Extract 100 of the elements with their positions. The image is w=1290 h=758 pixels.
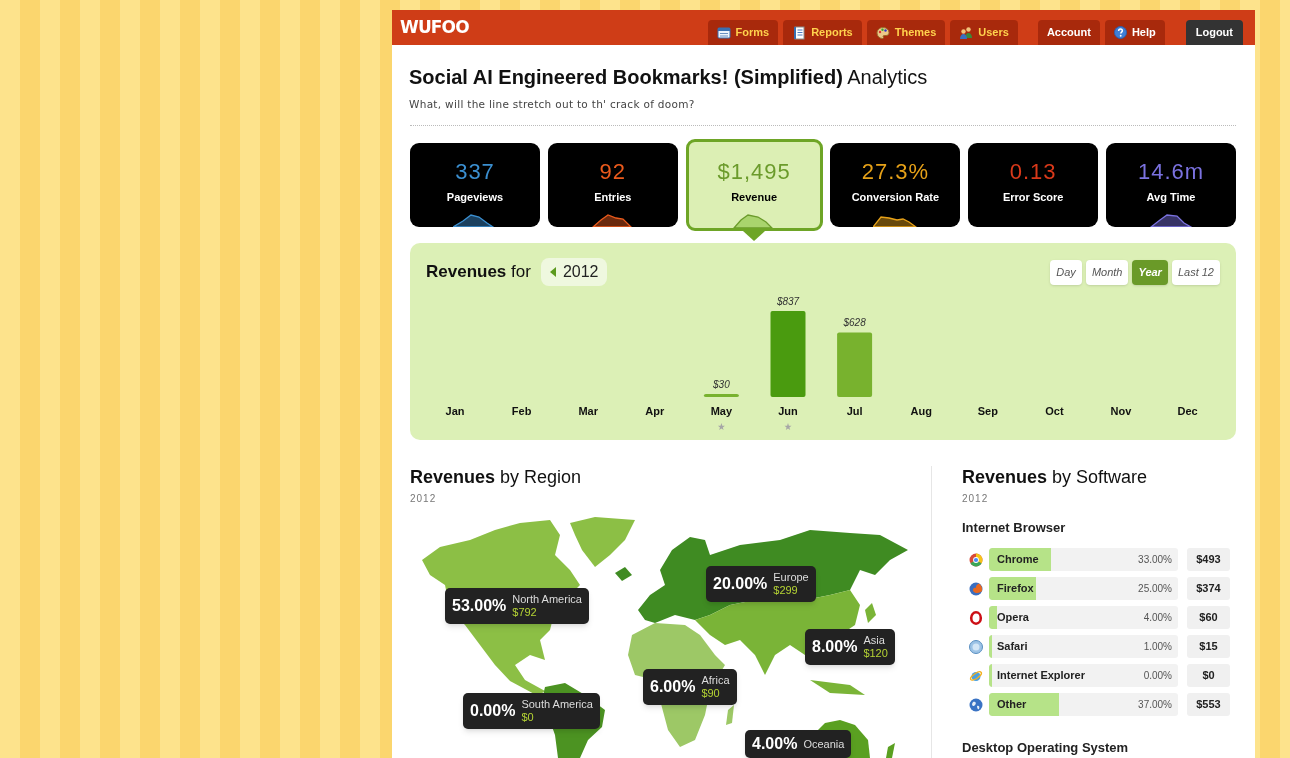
stat-label: Pageviews: [446, 190, 504, 204]
form-icon: [716, 25, 731, 40]
region-name: Europe: [773, 571, 809, 584]
chart-title: Revenues for: [426, 261, 531, 283]
period-tab[interactable]: Last 12: [1171, 259, 1220, 285]
amount-label: $553: [1187, 693, 1230, 716]
period-tab[interactable]: Day: [1050, 259, 1082, 285]
region-name: South America: [521, 698, 593, 711]
browser-name: Opera: [997, 610, 1029, 626]
stat-card[interactable]: 92 Entries: [547, 143, 678, 227]
disc-icon: [968, 639, 983, 654]
region-percent: 0.00%: [470, 702, 516, 720]
caret-left-icon[interactable]: [549, 267, 556, 277]
page-subtitle: What, will the line stretch out to th' crack of doom?: [409, 98, 695, 110]
people-icon: [959, 25, 974, 40]
month-label: Aug: [910, 405, 932, 417]
nav-tab[interactable]: Reports: [783, 20, 862, 45]
stat-label: Revenue: [731, 190, 777, 204]
help-link[interactable]: Help: [1104, 20, 1165, 45]
section-year: 2012: [962, 493, 989, 505]
share-percent: 1.00%: [1143, 640, 1172, 654]
bar-value-label: $628: [843, 317, 866, 329]
month-label: Sep: [977, 405, 998, 417]
amount-label: $493: [1187, 548, 1230, 571]
stat-label: Avg Time: [1146, 190, 1196, 204]
region-percent: 8.00%: [812, 638, 858, 656]
section-title: Revenues by Software: [962, 466, 1148, 488]
stat-card[interactable]: 27.3% Conversion Rate: [830, 143, 961, 227]
group-heading: Desktop Operating System: [962, 740, 1129, 756]
month-label: May: [710, 405, 733, 417]
bar: [837, 332, 873, 397]
amount-label: $60: [1187, 606, 1230, 629]
pointer-icon: [743, 231, 766, 241]
stat-value: 0.13: [1009, 160, 1057, 184]
segmented-circle-icon: [968, 552, 983, 567]
month-label: Feb: [511, 405, 532, 417]
section-title: Revenues by Region: [410, 466, 582, 488]
page-title: Social AI Engineered Bookmarks! (Simplified) Analytics: [409, 65, 928, 89]
month-label: Oct: [1045, 405, 1064, 417]
stat-value: 92: [599, 160, 627, 184]
bar-value-label: $30: [713, 378, 730, 390]
nav-tab[interactable]: Forms: [707, 20, 779, 45]
stat-card[interactable]: 337 Pageviews: [410, 143, 540, 227]
logo[interactable]: WUFOO: [400, 19, 469, 36]
stat-value: 14.6m: [1137, 160, 1205, 184]
amount-label: $15: [1187, 635, 1230, 658]
year-selector[interactable]: 2012: [540, 258, 608, 286]
browser-name: Firefox: [997, 581, 1034, 597]
region-amount: $0: [521, 711, 535, 724]
share-percent: 25.00%: [1138, 582, 1172, 596]
orbit-icon: [968, 668, 983, 683]
nav-tab[interactable]: Themes: [866, 20, 946, 45]
region-amount: $792: [512, 606, 538, 619]
region-name: Africa: [701, 674, 730, 687]
period-tab[interactable]: Month: [1085, 259, 1129, 285]
notepad-icon: [792, 25, 807, 40]
region-percent: 20.00%: [713, 575, 768, 593]
stat-card[interactable]: 0.13 Error Score: [968, 143, 1099, 227]
ring-icon: [968, 610, 983, 625]
stat-value: 27.3%: [861, 160, 930, 184]
region-amount: $90: [701, 687, 721, 700]
stat-label: Entries: [594, 190, 632, 204]
region-amount: $299: [773, 584, 799, 597]
month-label: Jul: [846, 405, 863, 417]
month-label: Jan: [445, 405, 465, 417]
amount-label: $0: [1187, 664, 1230, 687]
region-percent: 53.00%: [452, 597, 507, 615]
browser-name: Safari: [997, 639, 1028, 655]
region-name: Oceania: [803, 737, 845, 751]
region-name: Asia: [863, 634, 886, 647]
stat-label: Error Score: [1002, 190, 1064, 204]
browser-name: Chrome: [997, 552, 1039, 568]
region-percent: 6.00%: [650, 678, 696, 696]
stat-label: Conversion Rate: [851, 190, 940, 204]
stat-value: $1,495: [717, 160, 791, 184]
stat-card[interactable]: $1,495 Revenue: [685, 139, 823, 231]
group-heading: Internet Browser: [962, 520, 1066, 536]
globe-icon: [968, 697, 983, 712]
share-percent: 33.00%: [1138, 553, 1172, 567]
account-link[interactable]: Account: [1037, 20, 1100, 45]
share-percent: 0.00%: [1143, 669, 1172, 683]
help-icon: [1113, 26, 1127, 39]
palette-icon: [875, 25, 890, 40]
amount-label: $374: [1187, 577, 1230, 600]
month-label: Dec: [1177, 405, 1198, 417]
share-percent: 4.00%: [1143, 611, 1172, 625]
month-label: Nov: [1110, 405, 1132, 417]
share-percent: 37.00%: [1138, 698, 1172, 712]
month-label: Apr: [645, 405, 665, 417]
stat-value: 337: [455, 160, 495, 184]
stat-card[interactable]: 14.6m Avg Time: [1106, 143, 1236, 227]
browser-name: Other: [997, 697, 1027, 713]
logout-button[interactable]: Logout: [1185, 20, 1243, 45]
bar-value-label: $837: [776, 296, 800, 307]
sparkline: [1149, 211, 1193, 227]
fox-globe-icon: [968, 581, 983, 596]
browser-name: Internet Explorer: [997, 668, 1086, 684]
nav-tab[interactable]: Users: [950, 20, 1018, 45]
month-label: Jun: [778, 405, 798, 417]
bar: [703, 393, 739, 397]
